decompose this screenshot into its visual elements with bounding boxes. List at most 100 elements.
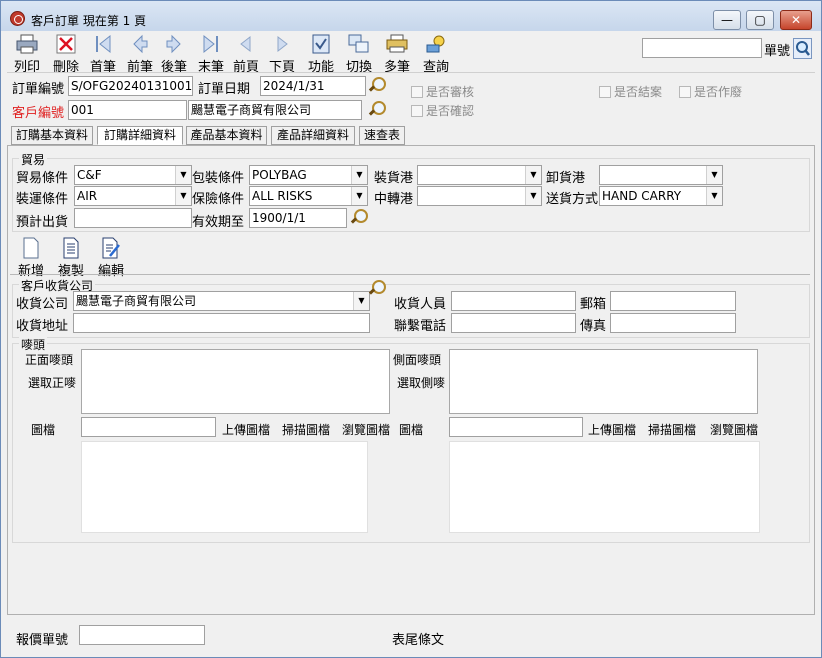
prev-page-icon — [235, 33, 257, 55]
footer-text-label: 表尾條文 — [392, 633, 445, 648]
receiver-lookup-icon[interactable] — [368, 280, 386, 296]
query-button[interactable]: 查詢 — [419, 33, 453, 75]
close-button[interactable]: ✕ — [780, 10, 812, 30]
chevron-down-icon: ▼ — [351, 187, 367, 205]
insurance-label: 保險條件 — [192, 192, 245, 207]
first-record-button[interactable]: 首筆 — [87, 33, 119, 75]
delete-icon — [55, 33, 77, 55]
title-bar: 客戶訂單 現在第 1 頁 — ▢ ✕ — [1, 1, 821, 31]
confirmed-checkbox[interactable]: 是否確認 — [411, 102, 474, 119]
phone-input[interactable] — [451, 313, 576, 333]
fax-input[interactable] — [610, 313, 736, 333]
side-scan-button[interactable]: 掃描圖檔 — [648, 421, 696, 438]
tab-product-basic[interactable]: 產品基本資料 — [186, 126, 267, 145]
shipping-select[interactable]: AIR ▼ — [74, 186, 192, 206]
est-ship-label: 預計出貨 — [16, 215, 69, 230]
mail-input[interactable] — [610, 291, 736, 311]
customer-no-input[interactable]: 001 — [68, 100, 187, 120]
chevron-down-icon: ▼ — [706, 166, 722, 184]
search-button[interactable] — [793, 38, 812, 59]
order-search-input[interactable] — [642, 38, 762, 58]
valid-until-input[interactable]: 1900/1/1 — [249, 208, 347, 228]
trade-terms-select[interactable]: C&F ▼ — [74, 165, 192, 185]
delivery-value: HAND CARRY — [602, 189, 682, 203]
order-date-input[interactable]: 2024/1/31 — [260, 76, 366, 96]
valid-until-lookup-icon[interactable] — [350, 209, 368, 225]
edit-button[interactable]: 編輯 — [96, 237, 126, 279]
multi-record-icon — [386, 33, 408, 55]
reviewed-checkbox[interactable]: 是否審核 — [411, 83, 474, 100]
quote-no-input[interactable] — [79, 625, 205, 645]
toolbar-divider — [7, 72, 815, 73]
loading-port-label: 裝貨港 — [374, 171, 414, 186]
next-page-button[interactable]: 下頁 — [266, 33, 298, 75]
next-page-icon — [271, 33, 293, 55]
front-upload-button[interactable]: 上傳圖檔 — [222, 421, 270, 438]
front-image-path-input[interactable] — [81, 417, 216, 437]
delivery-select[interactable]: HAND CARRY ▼ — [599, 186, 723, 206]
receiver-company-label: 收貨公司 — [16, 297, 69, 312]
minimize-button[interactable]: — — [713, 10, 741, 30]
side-image-path-input[interactable] — [449, 417, 583, 437]
valid-until-label: 有效期至 — [192, 215, 245, 230]
front-browse-button[interactable]: 瀏覽圖檔 — [342, 421, 390, 438]
transit-port-select[interactable]: ▼ — [417, 186, 542, 206]
receiver-address-label: 收貨地址 — [16, 319, 69, 334]
front-mark-textarea[interactable] — [81, 349, 390, 414]
voided-label: 是否作廢 — [694, 85, 743, 99]
tab-quick-lookup[interactable]: 速查表 — [359, 126, 405, 145]
receiver-address-input[interactable] — [73, 313, 370, 333]
voided-checkbox[interactable]: 是否作廢 — [679, 83, 742, 100]
est-ship-input[interactable] — [74, 208, 192, 228]
maximize-button[interactable]: ▢ — [746, 10, 774, 30]
select-side-mark-button[interactable]: 選取側嘜 — [397, 374, 445, 391]
function-button[interactable]: 功能 — [305, 33, 337, 75]
side-image-label: 圖檔 — [399, 423, 424, 437]
order-no-input[interactable]: S/OFG20240131001 — [68, 76, 193, 96]
receiver-company-select[interactable]: 颺慧電子商貿有限公司 ▼ — [73, 291, 370, 311]
reviewed-label: 是否審核 — [426, 85, 475, 99]
prev-page-button[interactable]: 前頁 — [230, 33, 262, 75]
side-mark-textarea[interactable] — [449, 349, 758, 414]
last-record-button[interactable]: 末筆 — [195, 33, 227, 75]
front-scan-button[interactable]: 掃描圖檔 — [282, 421, 330, 438]
packing-label: 包裝條件 — [192, 171, 245, 186]
unloading-port-select[interactable]: ▼ — [599, 165, 723, 185]
switch-button[interactable]: 切換 — [343, 33, 375, 75]
select-front-mark-button[interactable]: 選取正嘜 — [28, 374, 76, 391]
tab-order-detail[interactable]: 訂購詳細資料 — [97, 126, 183, 145]
closed-checkbox-box — [599, 86, 611, 98]
first-record-icon — [92, 33, 114, 55]
loading-port-select[interactable]: ▼ — [417, 165, 542, 185]
switch-icon — [348, 33, 370, 55]
multi-record-button[interactable]: 多筆 — [381, 33, 413, 75]
section-divider — [10, 274, 810, 275]
search-icon — [796, 41, 810, 56]
last-record-icon — [200, 33, 222, 55]
tab-product-detail[interactable]: 產品詳細資料 — [271, 126, 355, 145]
print-button[interactable]: 列印 — [10, 33, 44, 75]
receiver-company-value: 颺慧電子商貿有限公司 — [76, 294, 197, 308]
prev-record-button[interactable]: 前筆 — [124, 33, 156, 75]
copy-button[interactable]: 複製 — [56, 237, 86, 279]
receiver-person-input[interactable] — [451, 291, 576, 311]
customer-no-label: 客戶編號 — [12, 106, 65, 121]
shipping-value: AIR — [77, 189, 98, 203]
side-browse-button[interactable]: 瀏覽圖檔 — [710, 421, 758, 438]
insurance-select[interactable]: ALL RISKS ▼ — [249, 186, 368, 206]
next-record-button[interactable]: 後筆 — [158, 33, 190, 75]
app-icon — [10, 11, 25, 26]
side-upload-button[interactable]: 上傳圖檔 — [588, 421, 636, 438]
phone-label: 聯繫電話 — [394, 319, 447, 334]
order-date-lookup-icon[interactable] — [368, 77, 386, 93]
packing-select[interactable]: POLYBAG ▼ — [249, 165, 368, 185]
chevron-down-icon: ▼ — [175, 187, 191, 205]
delete-button[interactable]: 刪除 — [49, 33, 83, 75]
customer-name-input[interactable]: 颺慧電子商貿有限公司 — [188, 100, 362, 120]
closed-checkbox[interactable]: 是否結案 — [599, 83, 662, 100]
customer-lookup-icon[interactable] — [368, 101, 386, 117]
new-button[interactable]: 新增 — [16, 237, 46, 279]
chevron-down-icon: ▼ — [525, 187, 541, 205]
tab-order-basic[interactable]: 訂購基本資料 — [11, 126, 93, 145]
printer-icon — [16, 33, 38, 55]
